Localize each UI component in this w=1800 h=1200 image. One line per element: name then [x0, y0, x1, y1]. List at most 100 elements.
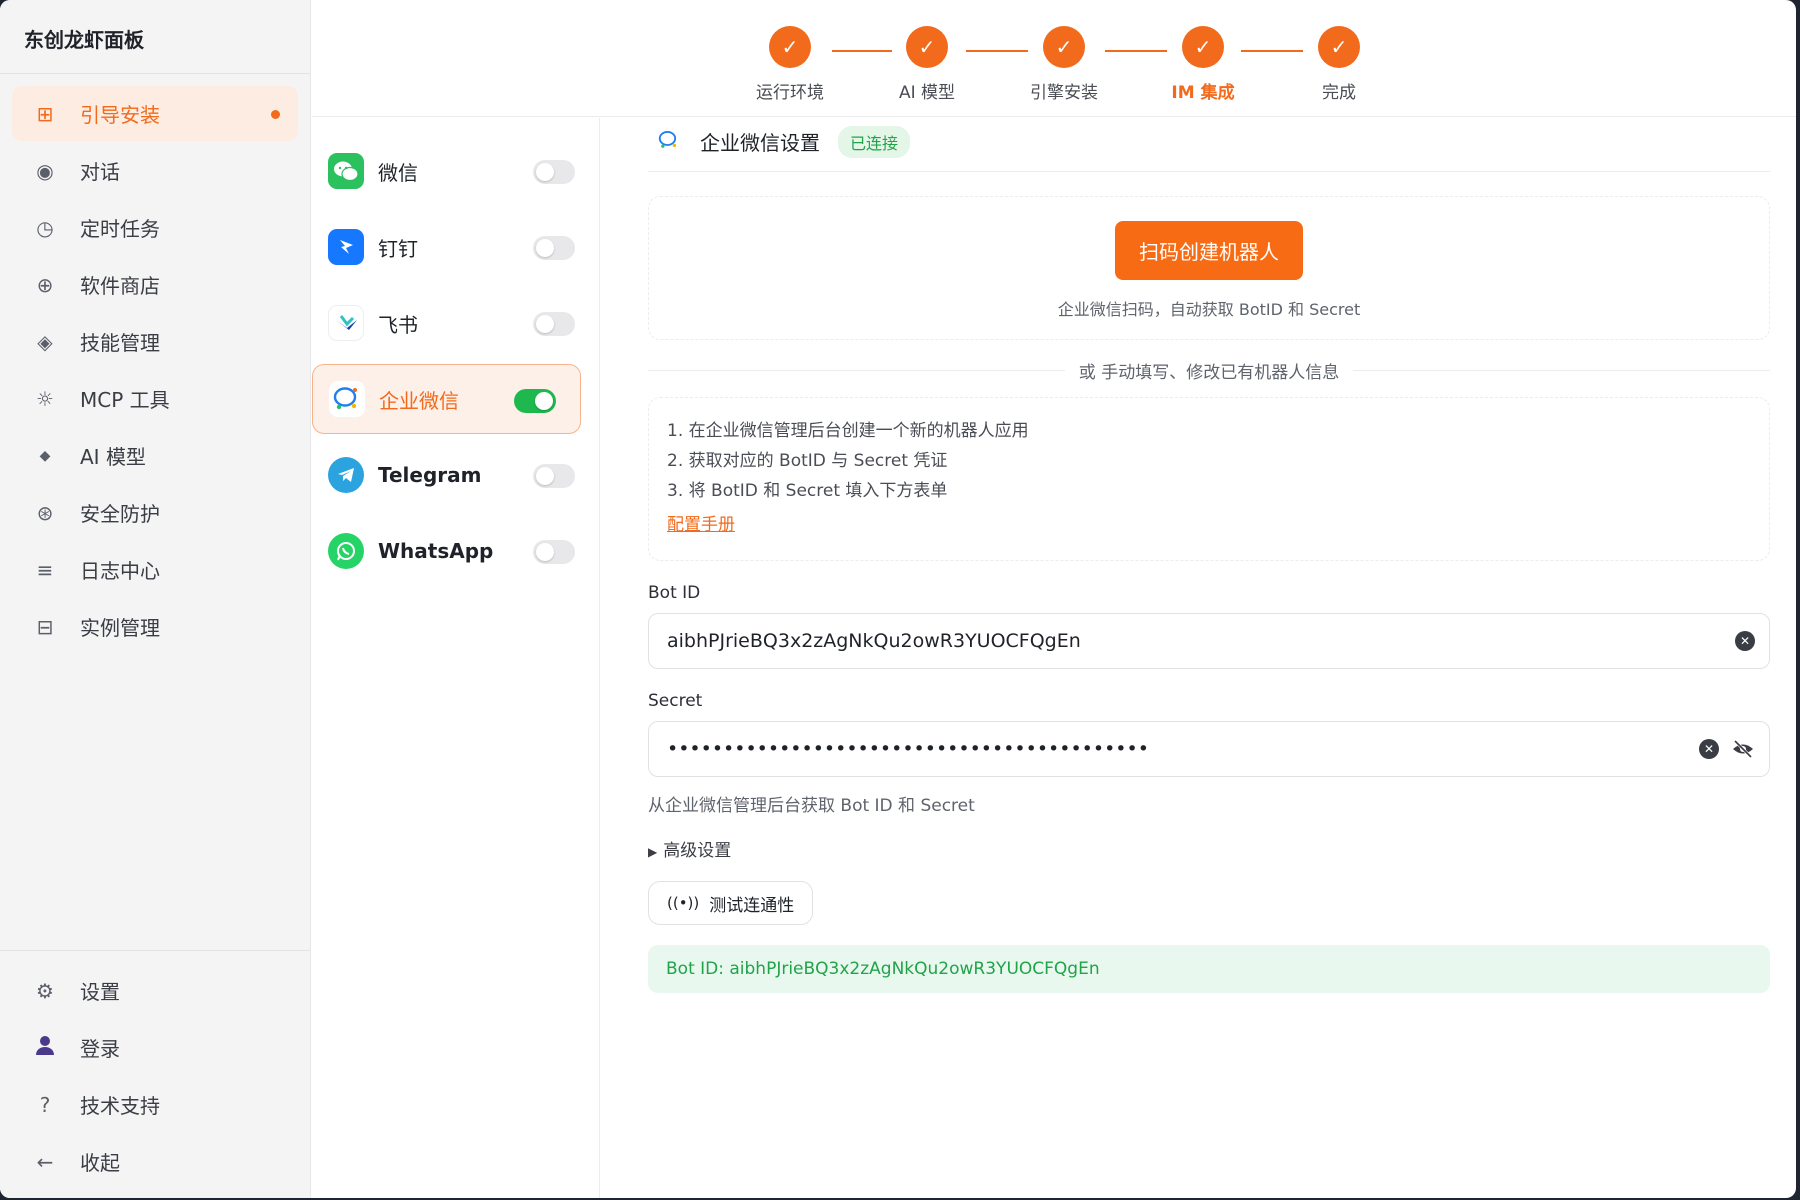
sidebar-item-security[interactable]: ⊛ 安全防护: [12, 485, 298, 540]
botid-label: Bot ID: [648, 583, 701, 603]
chat-icon: ◉: [36, 158, 54, 183]
step-label: 引擎安装: [1030, 83, 1098, 103]
sidebar-item-label: 软件商店: [80, 274, 160, 298]
sidebar-item-label: 引导安装: [80, 103, 160, 127]
diamond-icon: ◈: [37, 329, 53, 354]
sidebar-item-label: 收起: [80, 1151, 120, 1175]
channel-toggle[interactable]: [533, 464, 575, 488]
sidebar-item-settings[interactable]: ⚙ 设置: [12, 963, 298, 1018]
sidebar-nav: ⊞ 引导安装 ◉ 对话 ◷ 定时任务 ⊕ 软件商店 ◈ 技能管理 ☼ MCP 工…: [0, 74, 310, 654]
step-label: IM 集成: [1171, 83, 1235, 103]
step-runtime[interactable]: ✓ 运行环境: [730, 26, 850, 103]
app-window: 东创龙虾面板 ⊞ 引导安装 ◉ 对话 ◷ 定时任务 ⊕ 软件商店 ◈ 技能管理: [0, 0, 1796, 1198]
channel-dingtalk[interactable]: 钉钉: [312, 212, 599, 282]
advanced-settings-toggle[interactable]: ▶ 高级设置: [648, 836, 1770, 861]
test-button-label: 测试连通性: [709, 895, 795, 916]
sidebar-item-collapse[interactable]: ← 收起: [12, 1134, 298, 1189]
eye-off-icon[interactable]: [1731, 737, 1755, 765]
instruction-step: 2. 获取对应的 BotID 与 Secret 凭证: [667, 451, 948, 471]
sidebar-item-label: 安全防护: [80, 502, 160, 526]
sidebar-item-label: 设置: [80, 980, 120, 1004]
channel-toggle[interactable]: [514, 389, 556, 413]
gear-icon: ☼: [36, 386, 54, 411]
channel-wechat[interactable]: 微信: [312, 136, 599, 206]
sidebar-item-support[interactable]: ? 技术支持: [12, 1077, 298, 1132]
sidebar: 东创龙虾面板 ⊞ 引导安装 ◉ 对话 ◷ 定时任务 ⊕ 软件商店 ◈ 技能管理: [0, 0, 311, 1198]
connection-result: Bot ID: aibhPJrieBQ3x2zAgNkQu2owR3YUOCFQ…: [648, 945, 1770, 993]
sidebar-item-label: 技能管理: [80, 331, 160, 355]
settings-icon: ⚙: [36, 978, 54, 1003]
sidebar-item-software-store[interactable]: ⊕ 软件商店: [12, 257, 298, 312]
instance-icon: ⊟: [36, 614, 54, 639]
grid-icon: ⊞: [36, 101, 54, 126]
step-label: AI 模型: [898, 83, 956, 103]
channel-feishu[interactable]: 飞书: [312, 288, 599, 358]
step-label: 完成: [1322, 83, 1356, 103]
channel-name: 钉钉: [378, 236, 418, 261]
sidebar-item-guide-install[interactable]: ⊞ 引导安装: [12, 86, 298, 141]
divider-text: 或 手动填写、修改已有机器人信息: [1078, 363, 1340, 383]
user-icon: [32, 1034, 58, 1061]
sidebar-item-logs[interactable]: ≡ 日志中心: [12, 542, 298, 597]
sidebar-item-mcp-tools[interactable]: ☼ MCP 工具: [12, 371, 298, 426]
channel-toggle[interactable]: [533, 540, 575, 564]
scan-create-bot-button[interactable]: 扫码创建机器人: [1115, 221, 1303, 280]
test-connectivity-button[interactable]: ((•)) 测试连通性: [648, 881, 814, 925]
channel-whatsapp[interactable]: WhatsApp: [312, 516, 599, 586]
whatsapp-icon: [328, 533, 364, 569]
sidebar-item-ai-models[interactable]: ◆ AI 模型: [12, 428, 298, 483]
channel-wecom[interactable]: 企业微信: [312, 364, 581, 434]
help-text: 从企业微信管理后台获取 Bot ID 和 Secret: [648, 796, 975, 816]
step-ai-model[interactable]: ✓ AI 模型: [867, 26, 987, 103]
channel-toggle[interactable]: [533, 160, 575, 184]
channel-toggle[interactable]: [533, 236, 575, 260]
help-icon: ?: [39, 1092, 51, 1117]
store-icon: ⊕: [36, 272, 54, 297]
botid-field-wrapper: ✕: [648, 613, 1770, 669]
sidebar-item-skills[interactable]: ◈ 技能管理: [12, 314, 298, 369]
signal-icon: ((•)): [667, 894, 700, 912]
channel-name: Telegram: [378, 463, 482, 487]
secret-field-wrapper: ✕: [648, 721, 1770, 777]
channel-telegram[interactable]: Telegram: [312, 440, 599, 510]
secret-input[interactable]: [667, 738, 1627, 760]
channel-name: 微信: [378, 160, 418, 185]
telegram-icon: [328, 457, 364, 493]
step-done[interactable]: ✓ 完成: [1279, 26, 1399, 103]
clear-icon[interactable]: ✕: [1699, 739, 1719, 759]
clear-icon[interactable]: ✕: [1735, 631, 1755, 651]
active-dot: [271, 110, 280, 119]
sidebar-item-scheduled-tasks[interactable]: ◷ 定时任务: [12, 200, 298, 255]
channel-toggle[interactable]: [533, 312, 575, 336]
sidebar-item-chat[interactable]: ◉ 对话: [12, 143, 298, 198]
check-icon: ✓: [769, 26, 811, 68]
check-icon: ✓: [1318, 26, 1360, 68]
step-label: 运行环境: [756, 83, 824, 103]
app-title: 东创龙虾面板: [0, 0, 310, 74]
check-icon: ✓: [1043, 26, 1085, 68]
sidebar-item-label: MCP 工具: [80, 388, 170, 412]
instructions-card: 1. 在企业微信管理后台创建一个新的机器人应用 2. 获取对应的 BotID 与…: [648, 397, 1770, 561]
step-engine-install[interactable]: ✓ 引擎安装: [1004, 26, 1124, 103]
sidebar-item-label: 定时任务: [80, 217, 160, 241]
botid-input[interactable]: [667, 630, 1627, 652]
wecom-settings-panel: 企业微信设置 已连接 扫码创建机器人 企业微信扫码，自动获取 BotID 和 S…: [648, 118, 1770, 993]
step-im-integration[interactable]: ✓ IM 集成: [1143, 26, 1263, 103]
channel-name: WhatsApp: [378, 539, 494, 563]
check-icon: ✓: [1182, 26, 1224, 68]
secret-label: Secret: [648, 691, 703, 711]
wecom-icon: [658, 130, 680, 154]
config-manual-link[interactable]: 配置手册: [667, 510, 735, 540]
sparkle-icon: ◆: [39, 447, 51, 464]
sidebar-item-label: 对话: [80, 160, 120, 184]
scan-hint: 企业微信扫码，自动获取 BotID 和 Secret: [1057, 300, 1361, 319]
sidebar-item-label: 日志中心: [80, 559, 160, 583]
wechat-icon: [328, 153, 364, 189]
sidebar-item-login[interactable]: 登录: [12, 1020, 298, 1075]
instruction-step: 1. 在企业微信管理后台创建一个新的机器人应用: [667, 421, 1029, 441]
sidebar-item-instances[interactable]: ⊟ 实例管理: [12, 599, 298, 654]
dingtalk-icon: [328, 229, 364, 265]
feishu-icon: [328, 305, 364, 341]
manual-divider: 或 手动填写、修改已有机器人信息: [648, 358, 1770, 383]
channel-name: 飞书: [378, 312, 418, 337]
